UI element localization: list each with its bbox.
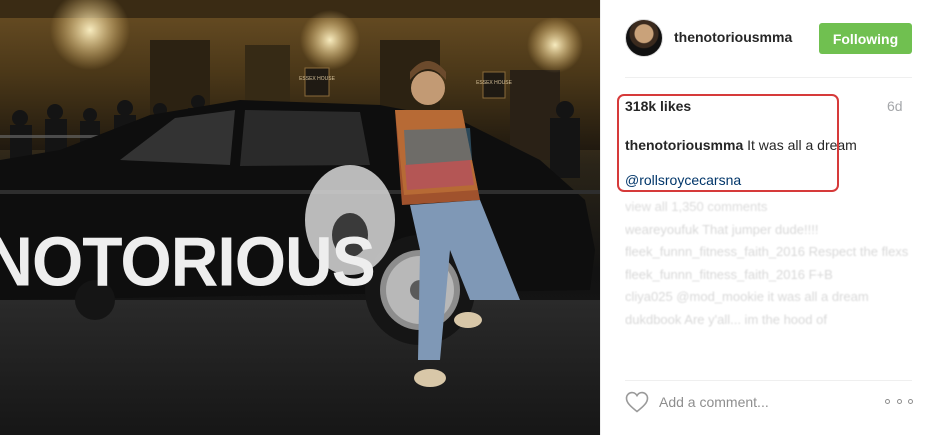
post-timestamp[interactable]: 6d bbox=[887, 98, 903, 114]
view-all-comments-link[interactable]: view all 1,350 comments bbox=[625, 196, 915, 219]
avatar[interactable] bbox=[625, 19, 663, 57]
dot bbox=[908, 398, 913, 404]
post-caption: thenotoriousmma It was all a dream bbox=[625, 137, 857, 153]
post-header: thenotoriousmma Following bbox=[601, 0, 935, 78]
comment-item: fleek_funnn_fitness_faith_2016 Respect t… bbox=[625, 244, 909, 259]
following-button[interactable]: Following bbox=[819, 23, 912, 54]
car-notorious-text: NOTORIOUS bbox=[0, 224, 375, 301]
comment-item: fleek_funnn_fitness_faith_2016 F+B bbox=[625, 266, 833, 282]
caption-mention-link[interactable]: @rollsroycecarsna bbox=[625, 172, 741, 188]
post-details-panel: thenotoriousmma Following 318k likes 6d … bbox=[600, 0, 935, 435]
sign-text-2: ESSEX HOUSE bbox=[476, 80, 513, 86]
dot bbox=[885, 398, 890, 404]
add-comment-input[interactable] bbox=[659, 389, 874, 415]
post-photo[interactable]: ESSEX HOUSE ESSEX HOUSE NOTORIOUS bbox=[0, 0, 600, 435]
footer-divider bbox=[625, 380, 912, 381]
post-username[interactable]: thenotoriousmma bbox=[674, 29, 792, 45]
caption-text: It was all a dream bbox=[743, 137, 857, 153]
dot bbox=[896, 398, 902, 404]
header-divider bbox=[625, 77, 912, 78]
caption-author[interactable]: thenotoriousmma bbox=[625, 137, 743, 153]
comment-item: cliya025 @mod_mookie it was all a dream bbox=[625, 289, 869, 304]
likes-count[interactable]: 318k likes bbox=[625, 98, 691, 114]
more-options-icon[interactable] bbox=[885, 394, 913, 408]
heart-outline-icon[interactable] bbox=[625, 391, 649, 413]
comment-item: dukdbook Are y'all... im the hood of bbox=[625, 311, 827, 327]
photo-illustration: ESSEX HOUSE ESSEX HOUSE NOTORIOUS bbox=[0, 0, 600, 435]
sign-text-1: ESSEX HOUSE bbox=[299, 76, 336, 82]
comments-list: view all 1,350 comments weareyoufuk That… bbox=[625, 196, 915, 366]
comment-item: weareyoufuk That jumper dude!!!! bbox=[625, 221, 819, 237]
